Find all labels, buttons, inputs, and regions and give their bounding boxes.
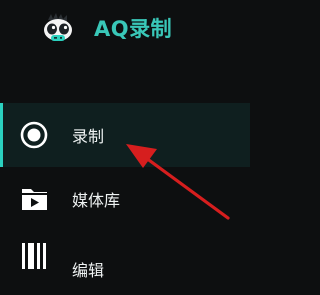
- sidebar-item-label: 录制: [72, 127, 105, 146]
- record-icon: [19, 121, 51, 149]
- sidebar-item-edit[interactable]: 编辑: [0, 231, 250, 280]
- app-logo-icon: [40, 13, 76, 43]
- sidebar-item-label: 媒体库: [72, 191, 121, 210]
- sidebar-item-media-library[interactable]: 媒体库: [0, 167, 250, 231]
- app-title: AQ录制: [94, 17, 173, 41]
- app-header: AQ录制: [40, 10, 172, 46]
- sidebar-nav: 录制 媒体库 编辑: [0, 103, 250, 280]
- media-library-icon: [19, 185, 51, 213]
- edit-icon: [19, 241, 51, 269]
- sidebar-item-label: 编辑: [72, 261, 105, 280]
- sidebar-item-record[interactable]: 录制: [0, 103, 250, 167]
